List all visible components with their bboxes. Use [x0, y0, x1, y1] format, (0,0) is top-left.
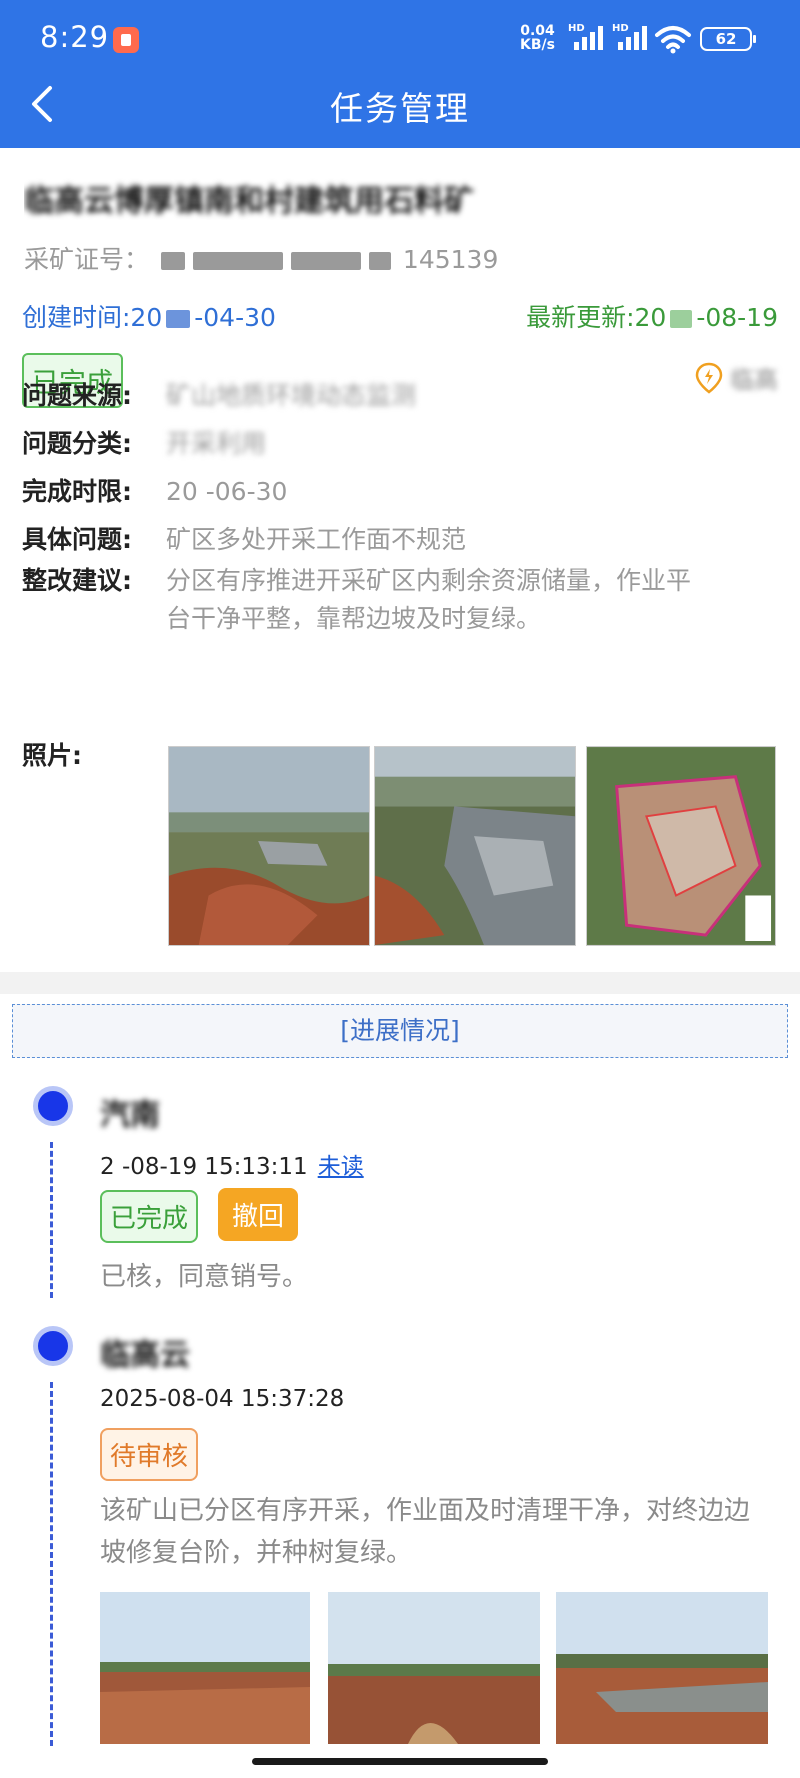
timeline-line-2: [50, 1382, 53, 1746]
field-problem-key: 具体问题:: [22, 525, 132, 554]
field-source: 问题来源: 矿山地质环境动态监测: [22, 376, 416, 412]
field-source-key: 问题来源:: [22, 381, 132, 410]
field-suggestion: 整改建议: 分区有序推进开采矿区内剩余资源储量，作业平台干净平整，靠帮边坡及时复绿…: [22, 562, 706, 638]
field-problem: 具体问题: 矿区多处开采工作面不规范: [22, 520, 466, 556]
network-speed: 0.04 KB/s: [520, 24, 555, 52]
task-title-text: 临高云博厚镇南和村建筑用石料矿: [24, 184, 474, 219]
progress-photo-1[interactable]: [100, 1592, 310, 1744]
status-badge-pending: 待审核: [100, 1428, 199, 1481]
revoke-button[interactable]: 撤回: [218, 1188, 299, 1241]
progress-header: [进展情况]: [12, 1004, 788, 1058]
updated-time: 最新更新:20 -08-19: [526, 298, 778, 334]
task-code-tail: 145139: [402, 245, 499, 274]
app-header: 8:29 0.04 KB/s HD HD 62 任务管理: [0, 0, 800, 148]
section-divider: [0, 972, 800, 994]
task-code-label: 采矿证号：: [24, 245, 150, 274]
location-text: 临高: [730, 366, 778, 394]
timeline-author-2: 临高云: [100, 1338, 190, 1373]
timeline-time-2: 2025-08-04 15:37:28: [100, 1386, 345, 1412]
network-speed-unit: KB/s: [520, 37, 555, 53]
photo-thumbnail-3[interactable]: [586, 746, 776, 946]
field-category-value: 开采利用: [166, 429, 267, 458]
network-speed-value: 0.04: [520, 23, 555, 39]
home-indicator[interactable]: [252, 1758, 548, 1765]
unread-link[interactable]: 未读: [318, 1154, 364, 1180]
field-category: 问题分类: 开采利用: [22, 424, 266, 460]
timeline-comment-2: 该矿山已分区有序开采，作业面及时清理干净，对终边边坡修复台阶，并种树复绿。: [100, 1496, 751, 1568]
hd-label: HD: [568, 23, 585, 34]
updated-label: 最新更新:20: [526, 303, 667, 332]
updated-date: -08-19: [696, 303, 778, 332]
timeline-time-text: 2 -08-19 15:13:11: [100, 1154, 308, 1180]
wifi-icon: [655, 26, 691, 54]
created-date: -04-30: [194, 303, 276, 332]
status-badge-done: 已完成: [100, 1190, 199, 1243]
timeline-line: [50, 1142, 53, 1298]
photo-thumbnail-1[interactable]: [168, 746, 370, 946]
field-deadline-value: 20 -06-30: [166, 477, 288, 506]
timeline-author: 汽南: [100, 1098, 160, 1133]
created-time: 创建时间:20 -04-30: [22, 298, 276, 334]
page-title: 任务管理: [330, 89, 470, 128]
created-label: 创建时间:20: [22, 303, 163, 332]
field-suggestion-key: 整改建议:: [22, 566, 132, 595]
timeline-comment: 已核，同意销号。: [100, 1262, 309, 1292]
timeline-time: 2 -08-19 15:13:11 未读: [100, 1147, 364, 1181]
task-code: 采矿证号： 145139: [24, 240, 498, 276]
signal-icon: HD: [568, 23, 603, 50]
photo-thumbnail-2[interactable]: [374, 746, 576, 946]
notification-icon: [113, 27, 139, 53]
progress-photo-3[interactable]: [556, 1592, 768, 1744]
hd-label-2: HD: [612, 23, 629, 34]
field-deadline-key: 完成时限:: [22, 477, 132, 506]
signal-icon-2: HD: [612, 23, 647, 50]
battery-icon: 62: [700, 27, 756, 51]
status-time: 8:29: [40, 20, 110, 54]
photos-label: 照片:: [22, 741, 82, 770]
timeline-dot-2: [33, 1326, 73, 1366]
field-source-value: 矿山地质环境动态监测: [166, 381, 417, 410]
timeline-dot: [33, 1086, 73, 1126]
field-suggestion-value: 分区有序推进开采矿区内剩余资源储量，作业平台干净平整，靠帮边坡及时复绿。: [166, 566, 692, 633]
location: 临高: [694, 360, 778, 395]
progress-photo-2[interactable]: [328, 1592, 540, 1744]
field-problem-value: 矿区多处开采工作面不规范: [166, 525, 467, 554]
task-title: 临高云博厚镇南和村建筑用石料矿: [24, 176, 524, 220]
field-category-key: 问题分类:: [22, 429, 132, 458]
field-deadline: 完成时限: 20 -06-30: [22, 472, 287, 508]
lightning-location-icon: [695, 362, 723, 394]
